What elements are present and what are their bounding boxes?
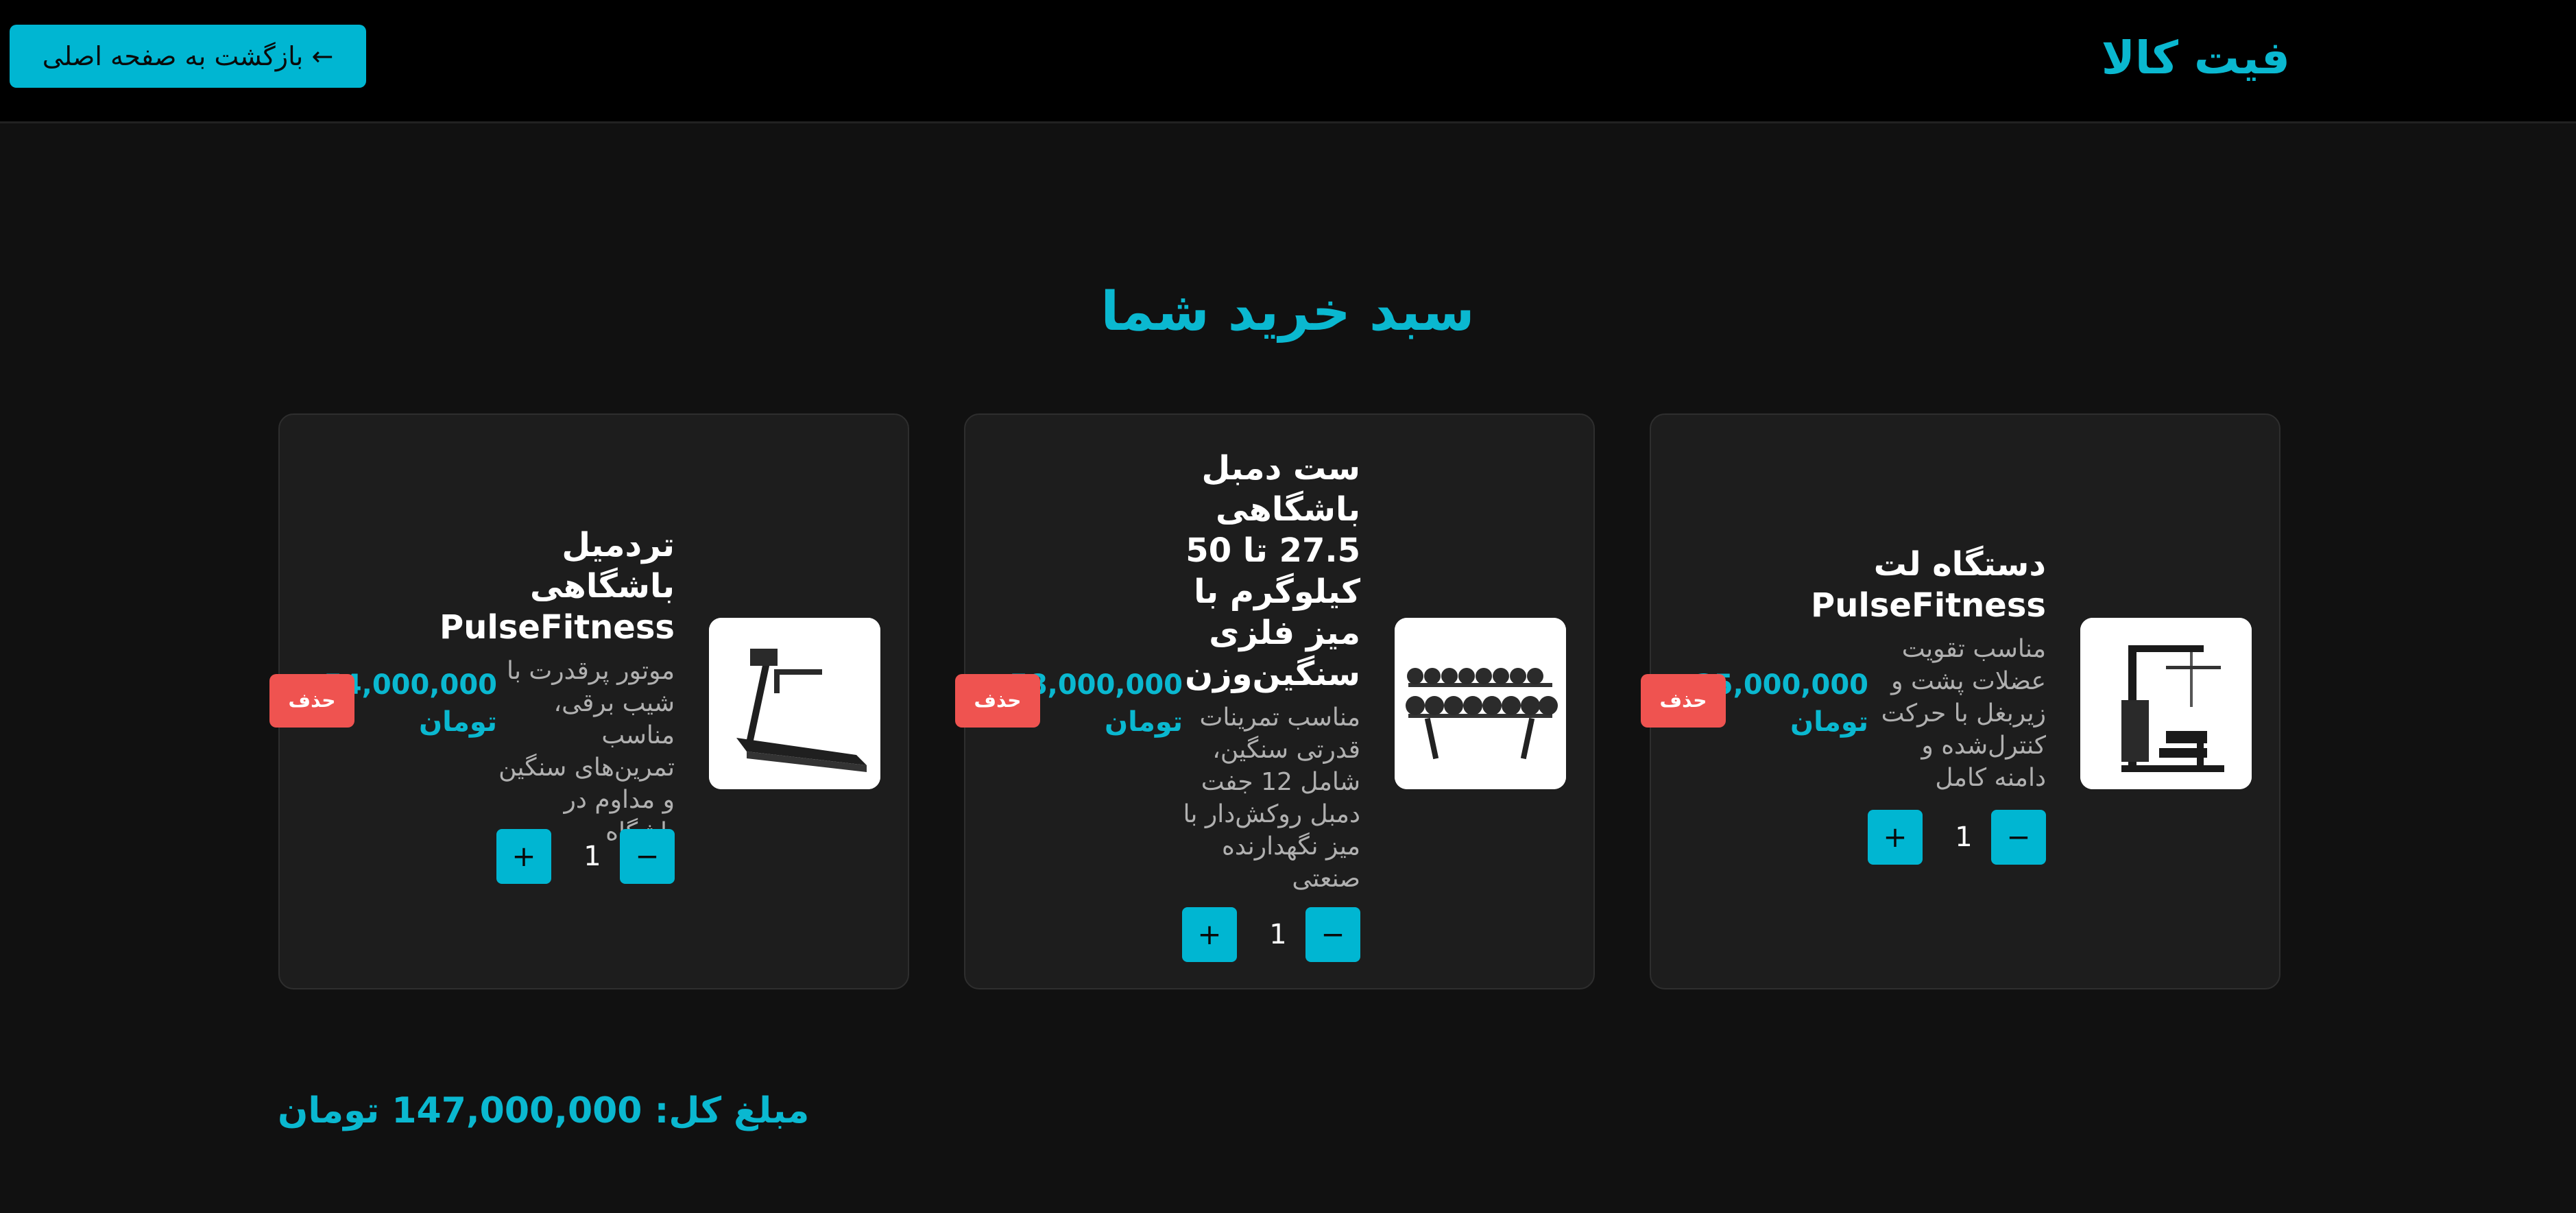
product-image	[2080, 618, 2252, 789]
item-info: ست دمبل باشگاهی 27.5 تا 50 کیلوگرم با می…	[1182, 448, 1360, 895]
item-title: ست دمبل باشگاهی 27.5 تا 50 کیلوگرم با می…	[1185, 449, 1360, 693]
item-description: مناسب تقویت عضلات پشت و زیربغل با حرکت ک…	[1881, 635, 2046, 792]
increase-quantity-button[interactable]: +	[1868, 810, 1923, 865]
product-image	[1395, 618, 1566, 789]
quantity-stepper: − 1 +	[496, 829, 675, 884]
back-to-home-button[interactable]: ← بازگشت به صفحه اصلی	[10, 25, 366, 88]
item-price: 58,000,000 تومان	[1009, 669, 1183, 738]
item-price: 54,000,000 تومان	[323, 669, 497, 738]
quantity-value: 1	[583, 841, 601, 872]
item-description: موتور پرقدرت با شیب برقی، مناسب تمرین‌ها…	[498, 657, 675, 846]
treadmill-icon	[709, 618, 880, 789]
item-title: تردمیل باشگاهی PulseFitness	[440, 526, 675, 647]
delete-item-button[interactable]: حذف	[955, 674, 1040, 728]
item-description: مناسب تمرینات قدرتی سنگین، شامل 12 جفت د…	[1183, 704, 1360, 893]
product-image	[709, 618, 880, 789]
item-info: تردمیل باشگاهی PulseFitness موتور پرقدرت…	[440, 525, 675, 848]
decrease-quantity-button[interactable]: −	[1991, 810, 2046, 865]
item-title: دستگاه لت PulseFitness	[1811, 545, 2046, 625]
total-amount: 147,000,000 تومان	[278, 1090, 642, 1131]
quantity-stepper: − 1 +	[1182, 907, 1360, 962]
dumbbell-rack-icon	[1395, 618, 1566, 789]
item-price: 35,000,000 تومان	[1694, 669, 1868, 738]
decrease-quantity-button[interactable]: −	[620, 829, 675, 884]
decrease-quantity-button[interactable]: −	[1305, 907, 1360, 962]
delete-item-button[interactable]: حذف	[269, 674, 354, 728]
delete-item-button[interactable]: حذف	[1641, 674, 1726, 728]
site-logo[interactable]: فیت کالا	[2084, 21, 2290, 96]
lat-machine-icon	[2080, 618, 2252, 789]
increase-quantity-button[interactable]: +	[1182, 907, 1237, 962]
quantity-value: 1	[1269, 919, 1287, 950]
cart-total: مبلغ کل: 147,000,000 تومان	[278, 1083, 895, 1138]
total-label: مبلغ کل:	[654, 1090, 810, 1131]
increase-quantity-button[interactable]: +	[496, 829, 551, 884]
page-title: سبد خرید شما	[1100, 281, 1475, 343]
quantity-value: 1	[1955, 821, 1973, 853]
item-info: دستگاه لت PulseFitness مناسب تقویت عضلات…	[1811, 544, 2046, 794]
top-header: فیت کالا ← بازگشت به صفحه اصلی	[0, 0, 2576, 123]
quantity-stepper: − 1 +	[1868, 810, 2046, 865]
